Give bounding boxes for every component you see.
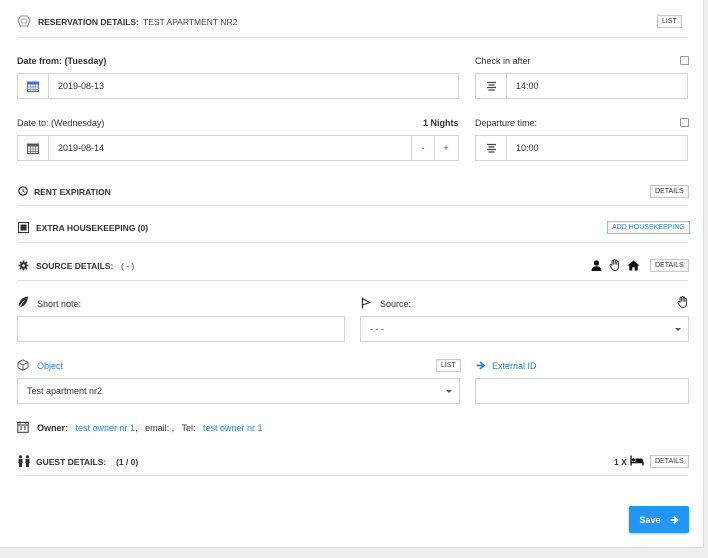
- divider: [17, 475, 688, 476]
- reservation-panel: RESERVATION DETAILS: TEST APARTMENT NR2 …: [0, 0, 704, 548]
- user-icon[interactable]: [591, 260, 602, 271]
- external-id-input[interactable]: [475, 378, 689, 404]
- housekeeping-icon: [18, 222, 29, 233]
- rent-expiration-title: RENT EXPIRATION: [34, 187, 111, 197]
- object-select-value: Test apartment nr2: [27, 386, 103, 396]
- add-housekeeping-button[interactable]: ADD HOUSEKEEPING: [607, 221, 690, 234]
- list-icon: [476, 136, 507, 160]
- date-from-field[interactable]: 2019-08-13: [17, 73, 459, 99]
- guest-details-button[interactable]: DETAILS: [650, 455, 689, 468]
- gear-icon: [18, 260, 29, 271]
- cube-icon: [17, 359, 29, 371]
- flag-icon: [361, 297, 372, 309]
- chevron-down-icon: [675, 328, 681, 331]
- save-label: Save: [639, 514, 661, 525]
- chevron-down-icon: [446, 390, 452, 393]
- source-details-title: SOURCE DETAILS:: [36, 261, 114, 271]
- guest-count: (1 / 0): [116, 457, 139, 467]
- source-select-value: - - -: [370, 324, 384, 334]
- date-from-label: Date from: (Tuesday): [17, 56, 107, 66]
- nights-minus-button[interactable]: -: [411, 136, 434, 160]
- bed-icon: [630, 455, 644, 466]
- hexagon-icon: [17, 15, 31, 27]
- checkin-checkbox[interactable]: [680, 56, 689, 65]
- divider: [17, 242, 688, 243]
- guests-icon: [17, 455, 31, 467]
- housekeeping-title: EXTRA HOUSEKEEPING (0): [36, 223, 149, 233]
- beds-count: 1 X: [614, 457, 627, 467]
- object-select[interactable]: Test apartment nr2: [17, 378, 460, 404]
- departure-time-value: 10:00: [516, 143, 539, 153]
- save-button[interactable]: Save: [629, 506, 689, 533]
- short-note-label: Short note:: [37, 299, 82, 309]
- owner-tel-label: Tel:: [181, 423, 196, 433]
- checkin-time-field[interactable]: 14:00: [475, 73, 688, 99]
- hand-icon[interactable]: [677, 296, 688, 308]
- owner-email-label: email:: [145, 423, 170, 433]
- guest-details-title: GUEST DETAILS:: [36, 457, 107, 467]
- object-label[interactable]: Object: [37, 361, 63, 371]
- owner-name-link[interactable]: test owner nr 1: [76, 423, 136, 433]
- nights-plus-button[interactable]: +: [434, 136, 457, 160]
- owner-info: Owner: test owner nr 1, email: , Tel: te…: [37, 423, 263, 433]
- object-list-button[interactable]: LIST: [436, 359, 461, 372]
- source-details-value: ( - ): [121, 261, 135, 271]
- nights-count: 1 Nights: [423, 118, 459, 128]
- checkin-label: Check in after: [475, 56, 531, 66]
- date-to-field[interactable]: 2019-08-14 - +: [17, 135, 459, 161]
- list-button[interactable]: LIST: [657, 15, 682, 28]
- divider: [17, 37, 688, 38]
- reservation-title: RESERVATION DETAILS:: [38, 17, 139, 27]
- owner-tel-link[interactable]: test owner nr 1: [203, 423, 263, 433]
- hand-icon[interactable]: [609, 259, 620, 271]
- divider: [17, 280, 688, 281]
- departure-time-field[interactable]: 10:00: [475, 135, 688, 161]
- source-details-button[interactable]: DETAILS: [650, 259, 689, 272]
- calendar-book-icon: [17, 421, 29, 433]
- calendar-icon[interactable]: [18, 74, 49, 98]
- clock-icon: [18, 186, 28, 196]
- feather-icon: [17, 296, 29, 308]
- owner-label: Owner:: [37, 423, 69, 433]
- date-from-value: 2019-08-13: [58, 81, 105, 91]
- arrow-right-icon: [670, 515, 679, 524]
- house-icon[interactable]: [627, 260, 640, 271]
- date-to-value: 2019-08-14: [58, 143, 105, 153]
- calendar-icon[interactable]: [18, 136, 49, 160]
- departure-checkbox[interactable]: [680, 118, 689, 127]
- checkin-time-value: 14:00: [516, 81, 539, 91]
- reservation-name: TEST APARTMENT NR2: [143, 17, 238, 27]
- list-icon: [476, 74, 507, 98]
- short-note-input[interactable]: [17, 316, 345, 342]
- arrow-right-icon: [476, 361, 486, 370]
- departure-label: Departure time:: [475, 118, 538, 128]
- rent-expiration-details-button[interactable]: DETAILS: [650, 185, 689, 198]
- source-label: Source:: [380, 299, 412, 309]
- source-select[interactable]: - - -: [360, 316, 689, 342]
- date-to-label: Date to: (Wednesday): [17, 118, 105, 128]
- external-id-label[interactable]: External ID: [492, 361, 537, 371]
- divider: [17, 205, 688, 206]
